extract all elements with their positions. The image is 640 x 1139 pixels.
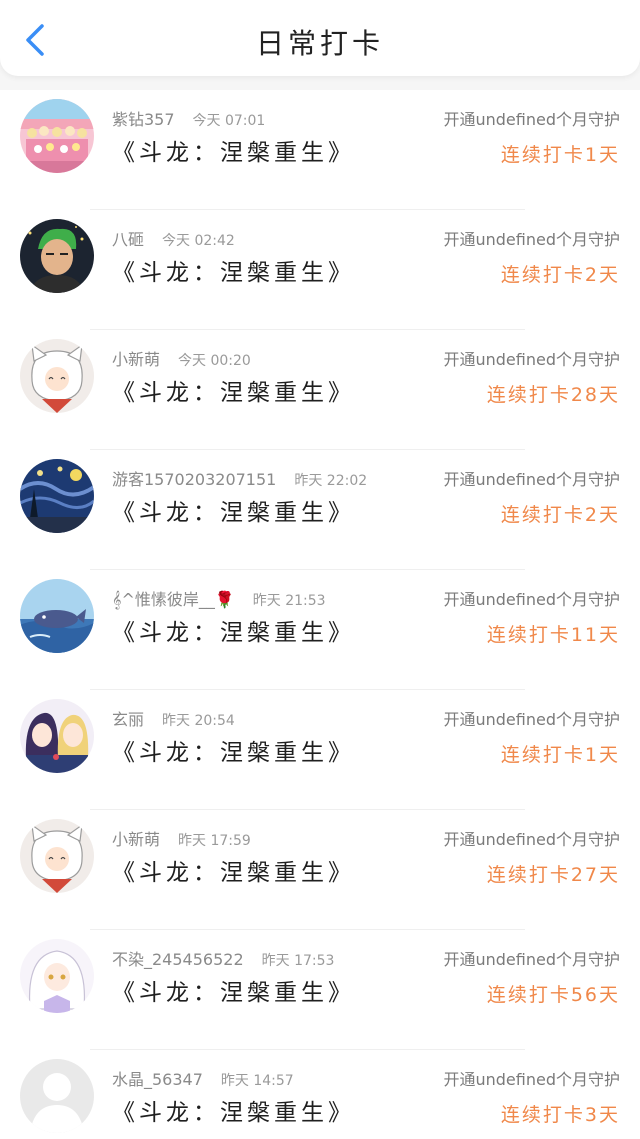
list-item[interactable]: 游客1570203207151 昨天 22:02 《斗龙：涅槃重生》 开通unde… <box>0 450 640 570</box>
streak-text: 连续打卡28天 <box>486 384 620 406</box>
username: 水晶_56347 <box>112 1070 203 1089</box>
username: 玄丽 <box>112 710 145 729</box>
list-item[interactable]: 小新萌 昨天 17:59 《斗龙：涅槃重生》 开通undefined个月守护 连续… <box>0 810 640 930</box>
avatar[interactable] <box>20 339 94 413</box>
book-title: 《斗龙：涅槃重生》 <box>112 500 355 526</box>
list-item[interactable]: 紫钻357 今天 07:01 《斗龙：涅槃重生》 开通undefined个月守护 … <box>0 90 640 210</box>
streak-text: 连续打卡27天 <box>486 864 620 886</box>
avatar[interactable] <box>20 579 94 653</box>
header-bar: 日常打卡 <box>0 0 640 76</box>
list-item[interactable]: 小新萌 今天 00:20 《斗龙：涅槃重生》 开通undefined个月守护 连续… <box>0 330 640 450</box>
avatar[interactable] <box>20 459 94 533</box>
streak-text: 连续打卡1天 <box>500 744 620 766</box>
username: 小新萌 <box>112 830 161 849</box>
list-item[interactable]: 玄丽 昨天 20:54 《斗龙：涅槃重生》 开通undefined个月守护 连续打… <box>0 690 640 810</box>
avatar[interactable] <box>20 99 94 173</box>
username: 不染_245456522 <box>112 950 244 969</box>
book-title: 《斗龙：涅槃重生》 <box>112 860 355 886</box>
timestamp: 昨天 20:54 <box>162 713 235 729</box>
guard-text: 开通undefined个月守护 <box>443 950 620 969</box>
username: 八砸 <box>112 230 145 249</box>
book-title: 《斗龙：涅槃重生》 <box>112 740 355 766</box>
avatar[interactable] <box>20 1059 94 1133</box>
checkin-list: 紫钻357 今天 07:01 《斗龙：涅槃重生》 开通undefined个月守护 … <box>0 90 640 1139</box>
avatar[interactable] <box>20 699 94 773</box>
guard-text: 开通undefined个月守护 <box>443 350 620 369</box>
username: 紫钻357 <box>112 110 175 129</box>
list-item[interactable]: 水晶_56347 昨天 14:57 《斗龙：涅槃重生》 开通undefined个月… <box>0 1050 640 1139</box>
streak-text: 连续打卡3天 <box>500 1104 620 1126</box>
username: 小新萌 <box>112 350 161 369</box>
guard-text: 开通undefined个月守护 <box>443 470 620 489</box>
guard-text: 开通undefined个月守护 <box>443 110 620 129</box>
book-title: 《斗龙：涅槃重生》 <box>112 140 355 166</box>
timestamp: 昨天 22:02 <box>294 473 368 489</box>
list-item[interactable]: 𝄞^惟愫彼岸__🌹 昨天 21:53 《斗龙：涅槃重生》 开通undefined个… <box>0 570 640 690</box>
guard-text: 开通undefined个月守护 <box>443 590 620 609</box>
book-title: 《斗龙：涅槃重生》 <box>112 980 355 1006</box>
timestamp: 昨天 17:53 <box>261 953 335 969</box>
book-title: 《斗龙：涅槃重生》 <box>112 260 355 286</box>
avatar[interactable] <box>20 939 94 1013</box>
book-title: 《斗龙：涅槃重生》 <box>112 620 355 646</box>
timestamp: 今天 00:20 <box>178 353 251 369</box>
timestamp: 今天 07:01 <box>192 113 266 129</box>
streak-text: 连续打卡2天 <box>500 264 620 286</box>
book-title: 《斗龙：涅槃重生》 <box>112 380 355 406</box>
timestamp: 昨天 17:59 <box>178 833 251 849</box>
streak-text: 连续打卡56天 <box>486 984 620 1006</box>
list-item[interactable]: 不染_245456522 昨天 17:53 《斗龙：涅槃重生》 开通undefin… <box>0 930 640 1050</box>
page-title: 日常打卡 <box>255 27 384 60</box>
streak-text: 连续打卡11天 <box>486 624 620 646</box>
guard-text: 开通undefined个月守护 <box>443 710 620 729</box>
timestamp: 昨天 14:57 <box>220 1073 294 1089</box>
username: 游客1570203207151 <box>112 470 277 489</box>
timestamp: 今天 02:42 <box>162 233 235 249</box>
avatar[interactable] <box>20 819 94 893</box>
list-item[interactable]: 八砸 今天 02:42 《斗龙：涅槃重生》 开通undefined个月守护 连续打… <box>0 210 640 330</box>
username: 𝄞^惟愫彼岸__🌹 <box>112 590 235 609</box>
streak-text: 连续打卡1天 <box>500 144 620 166</box>
guard-text: 开通undefined个月守护 <box>443 1070 620 1089</box>
book-title: 《斗龙：涅槃重生》 <box>112 1100 355 1126</box>
guard-text: 开通undefined个月守护 <box>443 230 620 249</box>
streak-text: 连续打卡2天 <box>500 504 620 526</box>
avatar[interactable] <box>20 219 94 293</box>
timestamp: 昨天 21:53 <box>252 593 326 609</box>
guard-text: 开通undefined个月守护 <box>443 830 620 849</box>
